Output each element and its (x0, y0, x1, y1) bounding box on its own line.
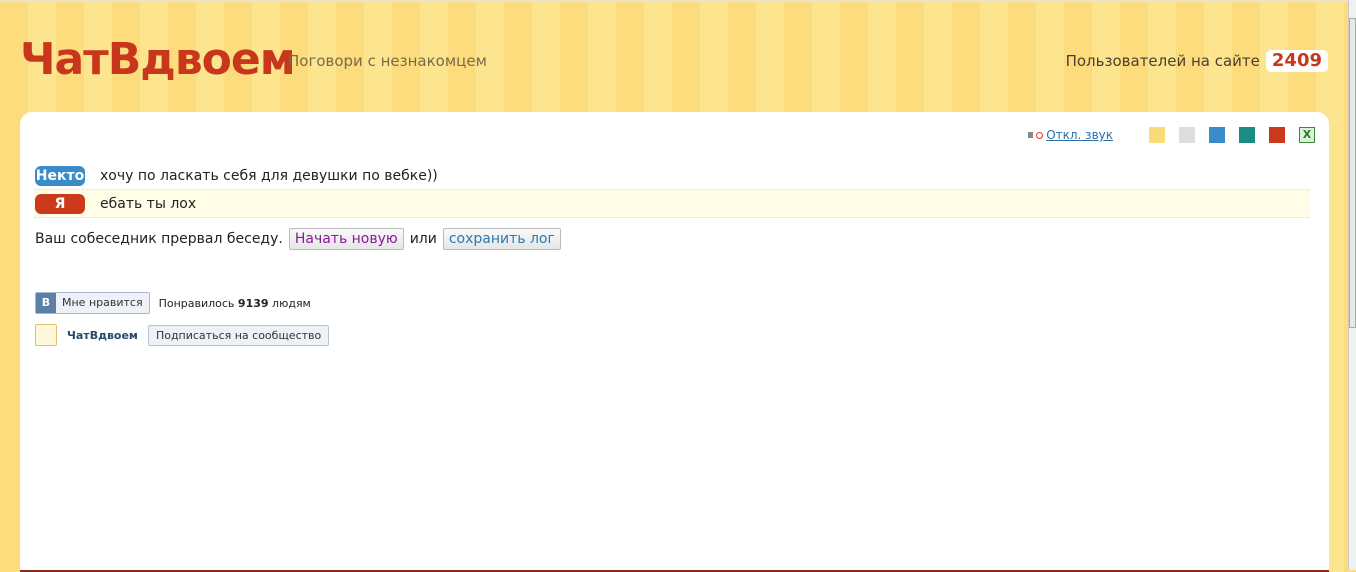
online-users: Пользователей на сайте 2409 (1066, 50, 1328, 72)
scrollbar[interactable] (1348, 0, 1356, 570)
sound-toggle[interactable]: Откл. звук (1028, 128, 1113, 142)
theme-gray[interactable] (1179, 127, 1195, 143)
speaker-muted-icon (1028, 130, 1044, 140)
message-text: хочу по ласкать себя для девушки по вебк… (100, 167, 438, 184)
message-row: Я ебать ты лох (34, 190, 1310, 218)
sound-off-link[interactable]: Откл. звук (1046, 128, 1113, 142)
site-slogan: Поговори с незнакомцем (288, 52, 487, 70)
vk-like-label: Мне нравится (56, 293, 149, 313)
theme-teal[interactable] (1239, 127, 1255, 143)
message-row: Некто хочу по ласкать себя для девушки п… (34, 162, 1310, 190)
author-badge-me: Я (35, 193, 85, 214)
liked-prefix: Понравилось (158, 296, 235, 310)
vk-group-widget: ЧатВдвоем Подписаться на сообщество (35, 324, 330, 346)
message-text: ебать ты лох (100, 195, 197, 212)
vk-like-widget: В Мне нравится Понравилось 9139 людям (35, 292, 311, 314)
liked-suffix: людям (272, 296, 311, 310)
chat-ended-notice: Ваш собеседник прервал беседу. Начать но… (35, 228, 561, 250)
users-count: 2409 (1265, 50, 1328, 72)
group-name[interactable]: ЧатВдвоем (67, 329, 138, 342)
site-logo[interactable]: ЧатВдвоем (20, 34, 296, 85)
like-count-text: Понравилось 9139 людям (159, 297, 311, 310)
toolbar: Откл. звук X (1028, 127, 1315, 143)
excel-icon[interactable]: X (1299, 127, 1315, 143)
vk-like-button[interactable]: В Мне нравится (35, 292, 150, 314)
window-top-border (0, 0, 1348, 2)
scrollbar-thumb[interactable] (1349, 18, 1356, 328)
liked-count: 9139 (237, 296, 269, 310)
vk-logo-icon: В (36, 293, 56, 313)
group-avatar[interactable] (35, 324, 57, 346)
start-new-button[interactable]: Начать новую (288, 228, 404, 250)
ended-text: Ваш собеседник прервал беседу. (35, 231, 283, 247)
or-text: или (409, 231, 437, 247)
theme-red[interactable] (1269, 127, 1285, 143)
author-badge-stranger: Некто (35, 165, 85, 186)
chat-panel: Откл. звук X Некто хочу по ласкать себя … (20, 112, 1329, 572)
theme-yellow[interactable] (1149, 127, 1165, 143)
subscribe-button[interactable]: Подписаться на сообщество (147, 324, 330, 346)
save-log-button[interactable]: сохранить лог (442, 228, 561, 250)
message-list: Некто хочу по ласкать себя для девушки п… (34, 162, 1310, 218)
theme-blue[interactable] (1209, 127, 1225, 143)
users-label: Пользователей на сайте (1065, 52, 1260, 70)
